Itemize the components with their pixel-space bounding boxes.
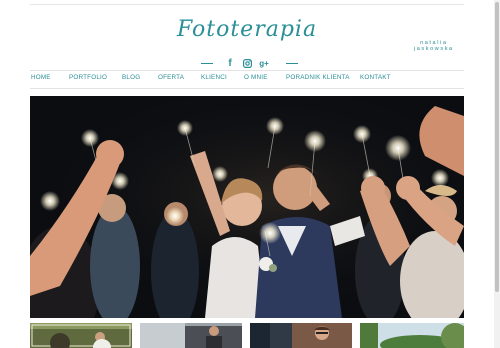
nav-item-blog[interactable]: BLOG [122, 74, 140, 81]
nav-item-klienci[interactable]: KLIENCI [201, 74, 227, 81]
nav-item-portfolio[interactable]: PORTFOLIO [69, 74, 107, 81]
nav-item-o-mnie[interactable]: O MNIE [244, 74, 268, 81]
page: Fototerapia natalia jaskowska f g+ HOME … [0, 0, 494, 348]
nav-item-poradnik-klienta[interactable]: PORADNIK KLIENTA [286, 74, 350, 81]
site-logo[interactable]: Fototerapia natalia jaskowska [0, 17, 494, 53]
main-nav: HOME PORTFOLIO BLOG OFERTA KLIENCI O MNI… [30, 72, 464, 86]
thumbnail-strip [30, 323, 464, 348]
thumbnail-1[interactable] [30, 323, 132, 348]
thumbnail-4[interactable] [360, 323, 464, 348]
nav-item-kontakt[interactable]: KONTAKT [360, 74, 391, 81]
nav-bottom-border [30, 88, 464, 89]
logo-title: Fototerapia [176, 17, 318, 42]
logo-subtitle: natalia jaskowska [413, 40, 454, 52]
nav-item-home[interactable]: HOME [31, 74, 51, 81]
nav-top-border [30, 70, 464, 71]
social-divider-right [286, 63, 298, 64]
social-links: f g+ [0, 57, 494, 69]
thumbnail-3[interactable] [250, 323, 352, 348]
google-plus-icon[interactable]: g+ [257, 57, 271, 69]
top-divider [30, 4, 464, 5]
hero-photo-illustration [30, 96, 464, 318]
nav-item-oferta[interactable]: OFERTA [158, 74, 184, 81]
scrollbar-thumb[interactable] [495, 2, 499, 292]
hero-photo[interactable] [30, 96, 464, 318]
instagram-icon[interactable] [242, 57, 252, 69]
facebook-icon[interactable]: f [225, 57, 235, 69]
thumbnail-2[interactable] [140, 323, 242, 348]
social-divider-left [201, 63, 213, 64]
vertical-scrollbar[interactable] [494, 0, 500, 348]
